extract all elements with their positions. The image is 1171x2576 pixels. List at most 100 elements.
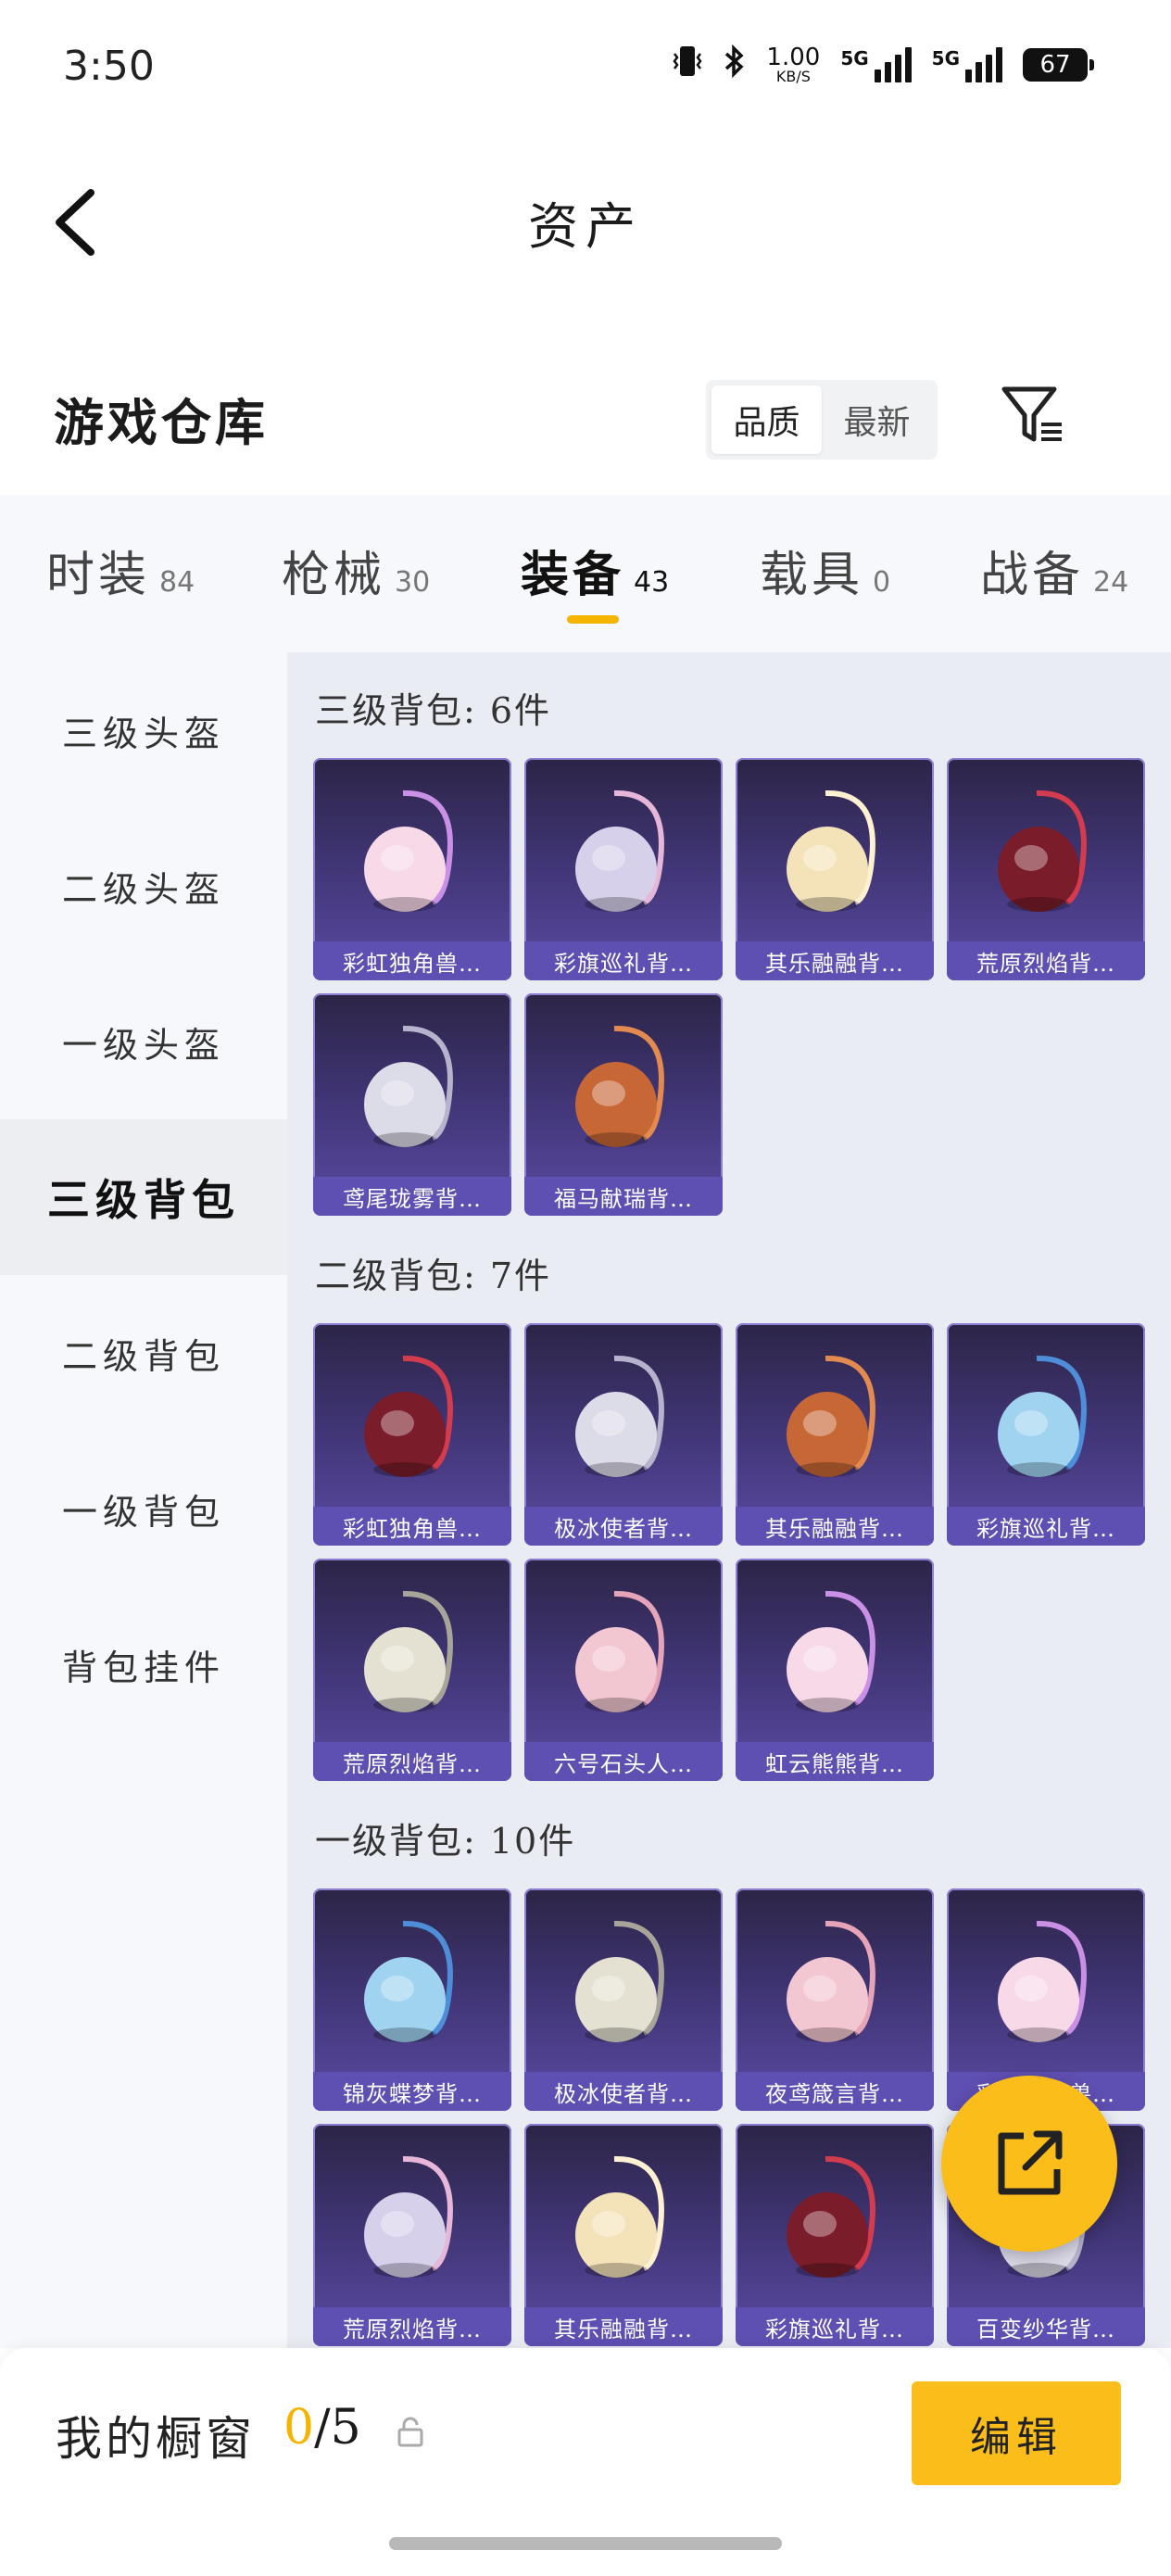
item-name: 百变纱华背… — [947, 2307, 1145, 2346]
backpack-image — [787, 789, 875, 912]
status-time: 3:50 — [63, 43, 155, 90]
item-card[interactable]: 夜鸢箴言背… — [736, 1888, 934, 2111]
item-name: 彩旗巡礼背… — [736, 2307, 934, 2346]
item-card[interactable]: 其乐融融背… — [524, 2124, 723, 2346]
back-button[interactable] — [50, 185, 106, 259]
item-name: 彩虹独角兽… — [313, 1507, 511, 1546]
item-name: 虹云熊熊背… — [736, 1742, 934, 1781]
share-float-button[interactable] — [941, 2076, 1117, 2252]
item-card[interactable]: 福马献瑞背… — [524, 993, 723, 1216]
item-name: 鸢尾珑雾背… — [313, 1177, 511, 1216]
section-title: 二级背包: 7件 — [315, 1256, 552, 1296]
item-card[interactable]: 彩旗巡礼背… — [736, 2124, 934, 2346]
backpack-image — [998, 1355, 1087, 1477]
showcase-label: 我的橱窗 — [56, 2412, 256, 2466]
item-name: 其乐融融背… — [736, 1507, 934, 1546]
section-title: 一级背包: 10件 — [315, 1821, 576, 1862]
item-card[interactable]: 虹云熊熊背… — [736, 1559, 934, 1781]
backpack-image — [575, 789, 664, 912]
lock-icon — [397, 2417, 424, 2452]
item-card[interactable]: 其乐融融背… — [736, 758, 934, 980]
vibrate-icon — [672, 43, 703, 88]
item-name: 其乐融融背… — [736, 941, 934, 980]
backpack-image — [364, 1025, 453, 1147]
item-card[interactable]: 彩虹独角兽… — [313, 758, 511, 980]
item-card[interactable]: 荒原烈焰背… — [313, 2124, 511, 2346]
battery-icon: 67 — [1023, 48, 1094, 82]
section-title: 三级背包: 6件 — [315, 690, 552, 731]
net-speed: 1.00 KB/S — [766, 44, 821, 85]
sidebar-item-backpack-charm[interactable]: 背包挂件 — [0, 1586, 287, 1742]
item-name: 彩旗巡礼背… — [947, 1507, 1145, 1546]
item-name: 六号石头人… — [524, 1742, 723, 1781]
sidebar-item-helmet-lv3[interactable]: 三级头盔 — [0, 652, 287, 808]
sidebar-item-helmet-lv1[interactable]: 一级头盔 — [0, 964, 287, 1119]
item-card[interactable]: 彩旗巡礼背… — [524, 758, 723, 980]
item-card[interactable]: 荒原烈焰背… — [947, 758, 1145, 980]
item-card[interactable]: 六号石头人… — [524, 1559, 723, 1781]
backpack-image — [575, 1920, 664, 2042]
showcase-count: 0/5 — [283, 2400, 361, 2456]
tab-fashion[interactable]: 时装 84 — [46, 536, 195, 605]
sidebar: 三级头盔 二级头盔 一级头盔 三级背包 二级背包 一级背包 背包挂件 — [0, 652, 287, 2348]
item-name: 荒原烈焰背… — [947, 941, 1145, 980]
backpack-image — [575, 2155, 664, 2278]
item-card[interactable]: 鸢尾珑雾背… — [313, 993, 511, 1216]
tab-weapons[interactable]: 枪械 30 — [282, 536, 430, 605]
sidebar-item-backpack-lv2[interactable]: 二级背包 — [0, 1275, 287, 1431]
item-card[interactable]: 其乐融融背… — [736, 1323, 934, 1546]
tab-vehicles[interactable]: 载具 0 — [760, 536, 890, 605]
sort-quality-button[interactable]: 品质 — [711, 385, 822, 454]
item-name: 荒原烈焰背… — [313, 1742, 511, 1781]
backpack-image — [575, 1590, 664, 1712]
backpack-image — [787, 2155, 875, 2278]
backpack-image — [364, 1355, 453, 1477]
back-arrow-icon — [56, 189, 94, 256]
warehouse-title: 游戏仓库 — [54, 393, 269, 452]
page-title: 资产 — [528, 197, 643, 256]
backpack-image — [575, 1355, 664, 1477]
item-card[interactable]: 彩虹独角兽… — [313, 1323, 511, 1546]
item-name: 夜鸢箴言背… — [736, 2072, 934, 2111]
item-card[interactable]: 彩旗巡礼背… — [947, 1323, 1145, 1546]
sidebar-item-backpack-lv3[interactable]: 三级背包 — [0, 1119, 287, 1275]
tab-equipment[interactable]: 装备 43 — [521, 536, 669, 605]
backpack-image — [787, 1920, 875, 2042]
filter-button[interactable] — [1001, 385, 1065, 447]
backpack-image — [998, 1920, 1087, 2042]
signal-sim1-icon: 5G — [840, 47, 912, 82]
edit-button[interactable]: 编辑 — [912, 2381, 1121, 2485]
item-card[interactable]: 极冰使者背… — [524, 1323, 723, 1546]
backpack-image — [787, 1590, 875, 1712]
backpack-image — [787, 1355, 875, 1477]
active-tab-indicator — [567, 615, 619, 624]
backpack-image — [364, 1590, 453, 1712]
backpack-image — [998, 789, 1087, 912]
bluetooth-icon — [724, 43, 746, 88]
tab-supplies[interactable]: 战备 24 — [980, 536, 1128, 605]
signal-sim2-icon: 5G — [932, 47, 1002, 82]
backpack-image — [364, 789, 453, 912]
backpack-image — [364, 1920, 453, 2042]
item-name: 福马献瑞背… — [524, 1177, 723, 1216]
sidebar-item-helmet-lv2[interactable]: 二级头盔 — [0, 808, 287, 964]
item-name: 彩旗巡礼背… — [524, 941, 723, 980]
item-name: 极冰使者背… — [524, 1507, 723, 1546]
sort-toggle: 品质 最新 — [706, 380, 938, 460]
backpack-image — [575, 1025, 664, 1147]
sidebar-item-backpack-lv1[interactable]: 一级背包 — [0, 1431, 287, 1586]
item-name: 其乐融融背… — [524, 2307, 723, 2346]
item-name: 极冰使者背… — [524, 2072, 723, 2111]
status-icons: 1.00 KB/S 5G 5G 67 — [672, 37, 1094, 93]
item-card[interactable]: 荒原烈焰背… — [313, 1559, 511, 1781]
external-link-icon — [998, 2130, 1063, 2195]
filter-icon — [1001, 386, 1062, 442]
item-name: 荒原烈焰背… — [313, 2307, 511, 2346]
backpack-image — [364, 2155, 453, 2278]
home-indicator — [389, 2537, 782, 2550]
item-card[interactable]: 极冰使者背… — [524, 1888, 723, 2111]
item-card[interactable]: 锦灰蝶梦背… — [313, 1888, 511, 2111]
sort-latest-button[interactable]: 最新 — [822, 385, 932, 454]
item-name: 彩虹独角兽… — [313, 941, 511, 980]
item-name: 锦灰蝶梦背… — [313, 2072, 511, 2111]
